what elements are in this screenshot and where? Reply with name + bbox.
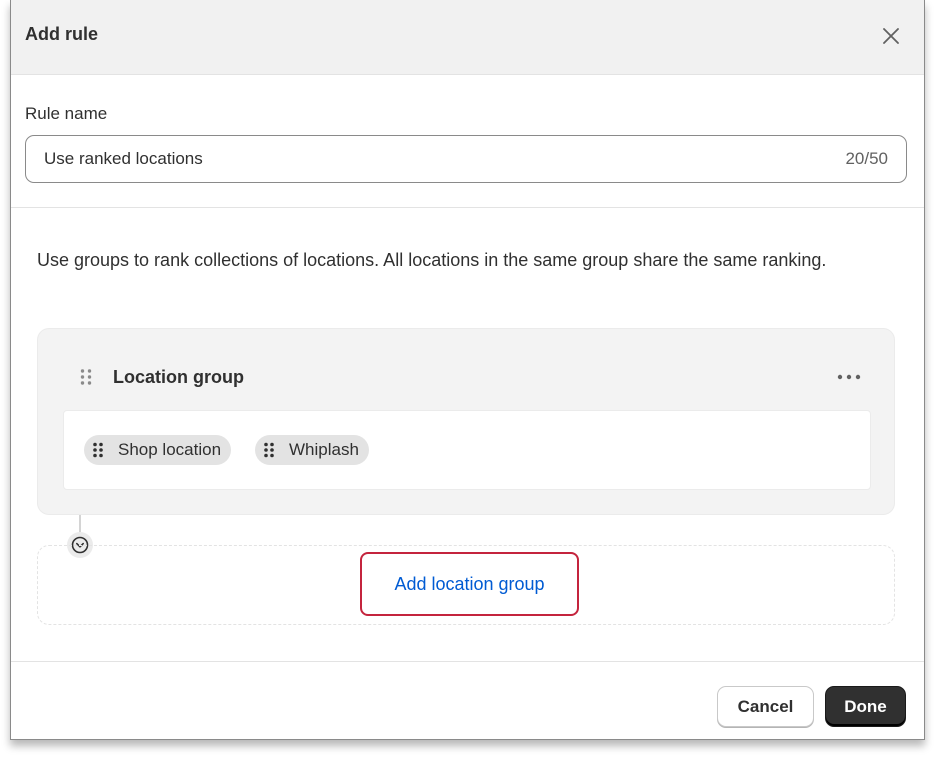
done-button[interactable]: Done bbox=[825, 686, 906, 727]
drag-handle-icon bbox=[264, 442, 274, 458]
location-group-title: Location group bbox=[113, 367, 244, 387]
description-text: Use groups to rank collections of locati… bbox=[37, 250, 827, 270]
location-chip-whiplash[interactable]: Whiplash bbox=[255, 435, 369, 465]
add-location-group-button[interactable]: Add location group bbox=[360, 552, 579, 616]
close-icon bbox=[883, 28, 899, 44]
more-horizontal-icon bbox=[837, 374, 861, 380]
rule-name-label: Rule name bbox=[25, 104, 108, 123]
add-rule-modal: Add rule Rule name Use ranked locations … bbox=[10, 0, 925, 740]
location-chip-label: Whiplash bbox=[289, 440, 359, 459]
location-group-body: Shop location Whiplash bbox=[63, 410, 871, 490]
rule-name-value: Use ranked locations bbox=[44, 149, 203, 168]
modal-header: Add rule bbox=[11, 0, 924, 75]
footer-divider bbox=[11, 661, 924, 662]
group-more-actions-button[interactable] bbox=[834, 367, 864, 387]
drag-handle-icon bbox=[93, 442, 103, 458]
location-group-card: Location group Shop location Whiplash bbox=[37, 328, 895, 515]
character-count: 20/50 bbox=[845, 149, 888, 168]
rule-name-input[interactable]: Use ranked locations 20/50 bbox=[25, 135, 907, 183]
modal-title: Add rule bbox=[25, 24, 99, 44]
location-chip-shop-location[interactable]: Shop location bbox=[84, 435, 232, 465]
drag-handle-icon bbox=[80, 369, 92, 385]
close-button[interactable] bbox=[877, 22, 905, 50]
location-chip-label: Shop location bbox=[118, 440, 222, 459]
cancel-button[interactable]: Cancel bbox=[717, 686, 814, 727]
group-drag-handle[interactable] bbox=[79, 367, 93, 387]
section-divider bbox=[11, 207, 924, 208]
